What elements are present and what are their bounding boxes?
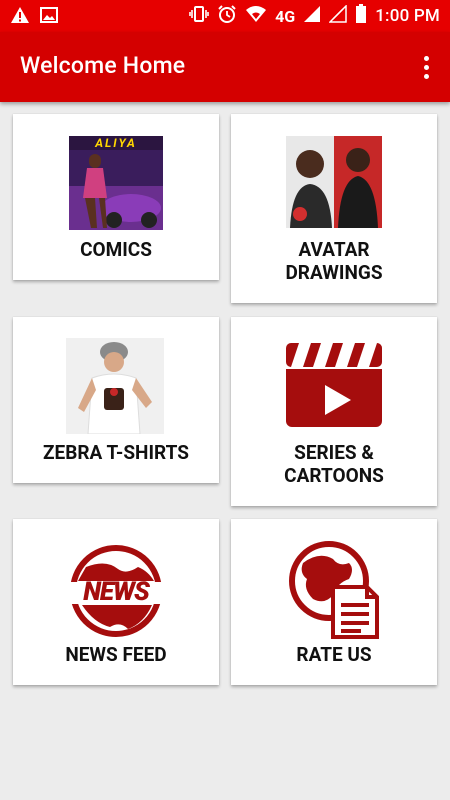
page-title: Welcome Home xyxy=(20,52,186,79)
card-label: ZEBRA T-SHIRTS xyxy=(43,441,189,464)
card-label: AVATAR DRAWINGS xyxy=(285,238,383,284)
card-avatar-drawings[interactable]: AVATAR DRAWINGS xyxy=(231,114,437,303)
more-vert-icon xyxy=(423,55,429,61)
card-comics[interactable]: ALIYA COMICS xyxy=(13,114,219,280)
signal-icon xyxy=(303,5,321,27)
card-zebra-tshirts[interactable]: ZEBRA T-SHIRTS xyxy=(13,317,219,483)
card-label: RATE US xyxy=(296,643,372,666)
card-label: NEWS FEED xyxy=(65,643,167,666)
warning-icon xyxy=(10,6,30,28)
network-type: 4G xyxy=(275,6,296,26)
card-news-feed[interactable]: NEWS NEWS FEED xyxy=(13,519,219,685)
globe-document-icon xyxy=(289,539,381,639)
signal-empty-icon xyxy=(328,4,347,27)
comic-cover-title: ALIYA xyxy=(95,136,137,150)
image-icon xyxy=(40,6,58,28)
wifi-icon xyxy=(245,4,267,28)
more-options-button[interactable] xyxy=(414,52,438,82)
news-icon-text: NEWS xyxy=(83,577,150,607)
avatar-drawing-image xyxy=(286,136,382,228)
vibrate-icon xyxy=(189,4,209,28)
clapperboard-play-icon xyxy=(285,341,383,429)
status-time: 1:00 PM xyxy=(375,6,440,26)
alarm-icon xyxy=(217,4,237,28)
card-label: SERIES & CARTOONS xyxy=(284,441,384,487)
card-series-cartoons[interactable]: SERIES & CARTOONS xyxy=(231,317,437,506)
card-rate-us[interactable]: RATE US xyxy=(231,519,437,685)
app-bar: Welcome Home xyxy=(0,32,450,102)
tshirt-model-image xyxy=(66,338,164,435)
comic-cover-image: ALIYA xyxy=(69,136,163,230)
status-bar: 4G 1:00 PM xyxy=(0,0,450,32)
battery-icon xyxy=(355,4,367,28)
card-label: COMICS xyxy=(80,238,152,261)
news-globe-icon: NEWS xyxy=(66,545,166,637)
